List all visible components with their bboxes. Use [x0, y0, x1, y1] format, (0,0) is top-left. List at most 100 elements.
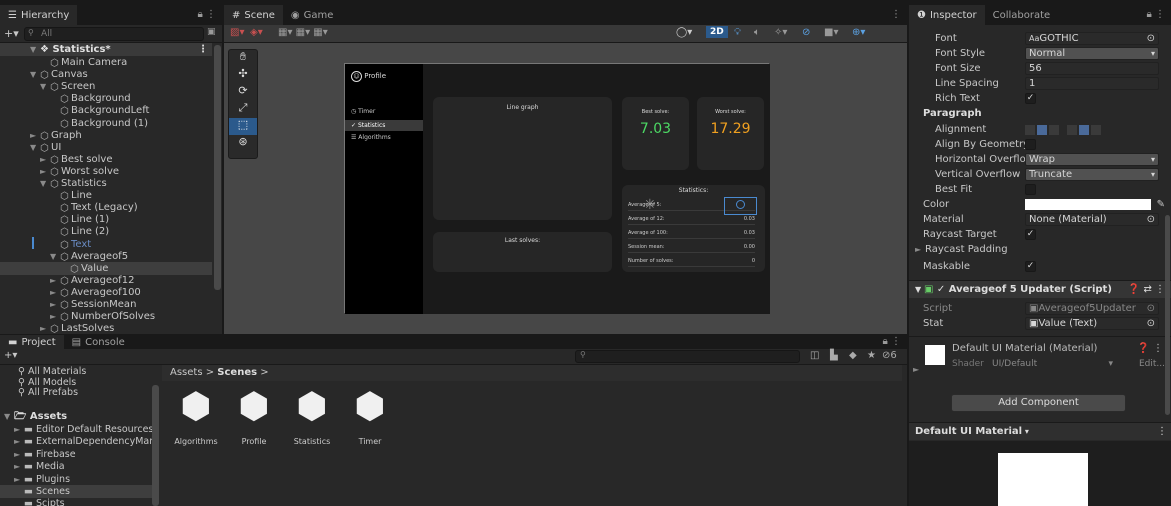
- scale-tool-icon[interactable]: ⤢: [229, 101, 257, 118]
- hierarchy-item[interactable]: ⬡ BackgroundLeft: [0, 104, 212, 117]
- favorite-star-icon[interactable]: ★: [867, 350, 876, 361]
- hierarchy-search-input[interactable]: All: [24, 27, 204, 41]
- expand-arrow-icon[interactable]: ►: [40, 322, 50, 334]
- expand-arrow-icon[interactable]: ►: [50, 274, 60, 287]
- raycast-target-checkbox[interactable]: ✓: [1025, 229, 1036, 240]
- expand-arrow-icon[interactable]: ▼: [4, 410, 14, 423]
- expand-arrow-icon[interactable]: ►: [40, 165, 50, 178]
- 2d-toggle-button[interactable]: 2D: [706, 26, 728, 38]
- component-header[interactable]: ▼ ▣ ✓ Averageof 5 Updater (Script) ❓ ⇄ ⋮: [909, 280, 1171, 298]
- menu-timer[interactable]: ◷ Timer: [351, 108, 375, 115]
- preview-header[interactable]: Default UI Material ▾ ⋮: [909, 422, 1171, 440]
- scene-asset-tile[interactable]: ⬢ Profile: [228, 387, 280, 447]
- hierarchy-item[interactable]: ⬡ Line: [0, 189, 212, 202]
- enabled-checkbox[interactable]: ✓: [933, 284, 948, 295]
- expand-arrow-icon[interactable]: ►: [14, 423, 24, 436]
- material-field[interactable]: None (Material) ⊙: [1025, 213, 1159, 226]
- expand-arrow-icon[interactable]: ▼: [50, 250, 60, 263]
- scene-menu-icon[interactable]: ⋮: [891, 9, 901, 20]
- menu-statistics[interactable]: ✓ Statistics: [345, 120, 423, 131]
- gizmos-icon[interactable]: ⊕▾: [852, 27, 865, 38]
- folder-item[interactable]: ► ▬ Editor Default Resources: [0, 423, 153, 436]
- component-help-icon[interactable]: ❓ ⇄ ⋮: [1128, 281, 1165, 299]
- align-middle-icon[interactable]: [1079, 125, 1089, 135]
- align-geometry-checkbox[interactable]: [1025, 139, 1036, 150]
- font-style-dropdown[interactable]: Normal ▾: [1025, 47, 1159, 60]
- color-swatch[interactable]: [1025, 199, 1151, 210]
- favorite-item[interactable]: ⚲ All Prefabs: [18, 386, 78, 399]
- scene-asset-tile[interactable]: ⬢ Algorithms: [170, 387, 222, 447]
- hierarchy-item[interactable]: ⬡ Main Camera: [0, 56, 212, 69]
- expand-arrow-icon[interactable]: ►: [14, 460, 24, 473]
- tab-inspector[interactable]: ❶ Inspector: [909, 5, 985, 25]
- hierarchy-item[interactable]: ⬡ Background: [0, 92, 212, 105]
- rich-text-checkbox[interactable]: ✓: [1025, 93, 1036, 104]
- preview-menu-icon[interactable]: ⋮: [1157, 423, 1167, 441]
- expand-arrow-icon[interactable]: ►: [50, 286, 60, 299]
- lighting-icon[interactable]: 💡︎: [734, 27, 741, 38]
- tab-hierarchy[interactable]: ☰ Hierarchy: [0, 5, 78, 25]
- align-left-icon[interactable]: [1025, 125, 1035, 135]
- project-menu-icon[interactable]: 🔒︎ ⋮: [883, 336, 902, 347]
- hierarchy-options-icon[interactable]: ▣: [207, 27, 216, 37]
- profile-row[interactable]: ☺ Profile: [351, 71, 386, 82]
- hierarchy-item[interactable]: ▼ ⬡ Screen: [0, 80, 212, 93]
- expand-arrow-icon[interactable]: ▼: [40, 177, 50, 190]
- object-picker-icon[interactable]: ⊙: [1147, 33, 1155, 44]
- maskable-checkbox[interactable]: ✓: [1025, 261, 1036, 272]
- project-search-input[interactable]: [575, 350, 800, 363]
- expand-arrow-icon[interactable]: ►: [14, 448, 24, 461]
- hierarchy-item[interactable]: ► ⬡ NumberOfSolves: [0, 310, 212, 323]
- project-create-button[interactable]: +▾: [4, 350, 17, 361]
- font-size-input[interactable]: 56: [1025, 62, 1159, 75]
- eyedropper-icon[interactable]: ✎: [1157, 197, 1165, 212]
- tab-console[interactable]: ▤ Console: [63, 335, 133, 349]
- audio-icon[interactable]: 🔈︎: [754, 27, 760, 38]
- assets-root[interactable]: ▼ 🗁︎ Assets: [4, 410, 67, 423]
- game-canvas[interactable]: ☺ Profile ◷ Timer ✓ Statistics ☰ Algorit…: [344, 63, 770, 314]
- align-center-icon[interactable]: [1037, 125, 1047, 135]
- expand-arrow-icon[interactable]: ►: [30, 129, 40, 142]
- folder-item[interactable]: ► ▬ Plugins: [0, 473, 152, 486]
- draw-mode-button[interactable]: ▨▾: [230, 27, 244, 38]
- rect-tool-icon[interactable]: ⬚: [229, 118, 257, 135]
- hierarchy-item[interactable]: ▼ ⬡ Averageof5: [0, 250, 212, 263]
- tab-game[interactable]: ◉ Game: [282, 5, 342, 25]
- hierarchy-item[interactable]: ⬡ Text (Legacy): [0, 201, 212, 214]
- expand-arrow-icon[interactable]: ▼: [40, 80, 50, 93]
- expand-arrow-icon[interactable]: ▼: [30, 68, 40, 81]
- foldout-arrow-icon[interactable]: ►: [913, 365, 919, 374]
- project-tree-scrollbar[interactable]: [152, 385, 159, 506]
- expand-arrow-icon[interactable]: ►: [14, 435, 24, 448]
- hierarchy-item[interactable]: ▼ ⬡ Canvas: [0, 68, 212, 81]
- breadcrumb-root[interactable]: Assets: [170, 367, 203, 378]
- expand-arrow-icon[interactable]: ►: [40, 153, 50, 166]
- scene-asset-tile[interactable]: ⬢ Statistics: [286, 387, 338, 447]
- hierarchy-item[interactable]: ▼ ⬡ Statistics: [0, 177, 212, 190]
- move-tool-icon[interactable]: ✣: [229, 67, 257, 84]
- scene-menu-icon[interactable]: ⋮: [198, 43, 208, 56]
- h-overflow-dropdown[interactable]: Wrap ▾: [1025, 153, 1159, 166]
- tab-project[interactable]: ▬ Project: [0, 335, 64, 349]
- hierarchy-item[interactable]: ► ⬡ Worst solve: [0, 165, 212, 178]
- folder-item[interactable]: ► ▬ Media: [0, 460, 152, 473]
- hierarchy-item[interactable]: ► ⬡ SessionMean: [0, 298, 212, 311]
- object-picker-icon[interactable]: ⊙: [1147, 318, 1155, 329]
- line-spacing-input[interactable]: 1: [1025, 77, 1159, 90]
- rotate-tool-icon[interactable]: ⟳: [229, 84, 257, 101]
- camera-settings-icon[interactable]: ■▾: [824, 27, 838, 38]
- hierarchy-item[interactable]: ► ⬡ Graph: [0, 129, 212, 142]
- hidden-count-icon[interactable]: ⊘6: [882, 350, 897, 361]
- hierarchy-item[interactable]: ► ⬡ LastSolves: [0, 322, 212, 334]
- raycast-padding-row[interactable]: ► Raycast Padding: [915, 242, 1165, 257]
- stat-field[interactable]: ▣Value (Text) ⊙: [1025, 317, 1159, 330]
- menu-algorithms[interactable]: ☰ Algorithms: [351, 134, 391, 141]
- scene-root-row[interactable]: ▼ ❖ Statistics* ⋮: [0, 43, 212, 56]
- hierarchy-item[interactable]: ⬡ Value: [0, 261, 212, 275]
- grid-snap-button[interactable]: ▦▾ ▦▾ ▦▾: [278, 27, 328, 38]
- object-picker-icon[interactable]: ⊙: [1147, 214, 1155, 225]
- folder-item[interactable]: ► ▬ Firebase: [0, 448, 152, 461]
- expand-arrow-icon[interactable]: ►: [14, 473, 24, 486]
- camera-toggle-icon[interactable]: ◯▾: [676, 27, 692, 38]
- gizmo-mode-button[interactable]: ◈▾: [250, 27, 263, 38]
